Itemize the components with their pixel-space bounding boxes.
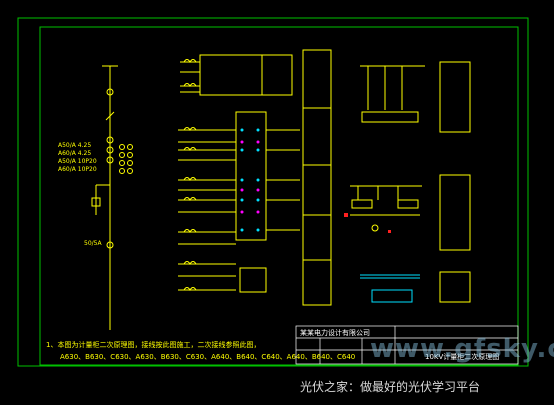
note-line-2: A630、B630、C630、A630、B630、C630、A640、B640、…	[60, 353, 356, 361]
terminal-markers-magenta	[240, 140, 260, 214]
feeder-label-2: A60/A 4.25	[58, 150, 92, 157]
watermark-site: www.gfsky.com	[370, 334, 554, 364]
right-top-circuit	[360, 61, 471, 133]
main-feeder-line	[91, 65, 118, 330]
note-line-1: 1、本图为计量柜二次原理图，接线按此图施工，二次接线参照此图，	[46, 341, 261, 349]
right-middle-circuit	[350, 174, 471, 251]
feeder-label-4: A60/A 10P20	[58, 166, 97, 173]
secondary-circuit-rows	[178, 54, 300, 293]
red-markers	[344, 213, 391, 233]
feeder-ct-symbols	[119, 144, 133, 174]
feeder-bottom-label: 50/5A	[84, 240, 102, 247]
watermark-slogan: 光伏之家：做最好的光伏学习平台	[300, 380, 481, 394]
right-bottom-circuit	[360, 271, 471, 303]
coil-symbols	[183, 59, 197, 291]
outer-frame	[17, 17, 529, 367]
inner-frame	[39, 26, 519, 366]
terminal-markers	[240, 128, 260, 232]
function-label-column	[302, 49, 332, 306]
feeder-label-3: A50/A 10P20	[58, 158, 97, 165]
title-block-company: 某某电力设计有限公司	[300, 329, 370, 337]
feeder-label-1: A50/A 4.25	[58, 142, 92, 149]
